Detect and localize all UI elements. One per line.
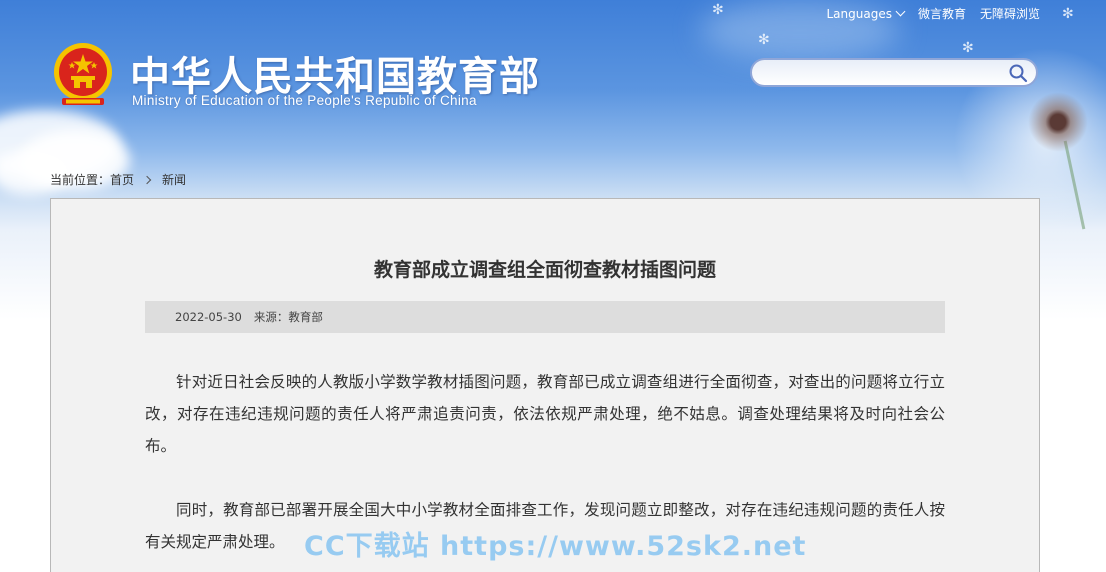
breadcrumb-home-link[interactable]: 首页: [110, 171, 134, 188]
weiyan-link[interactable]: 微言教育: [918, 5, 966, 22]
site-title-english: Ministry of Education of the People's Re…: [132, 93, 477, 108]
article-date: 2022-05-30: [175, 310, 242, 324]
seed-icon: ✻: [1062, 6, 1074, 22]
languages-link[interactable]: Languages: [826, 6, 906, 21]
seed-icon: ✻: [712, 2, 724, 18]
article-title: 教育部成立调查组全面彻查教材插图问题: [373, 259, 716, 281]
article-source: 来源：教育部: [253, 310, 323, 324]
article-container: 教育部成立调查组全面彻查教材插图问题 2022-05-30 来源：教育部 针对近…: [50, 198, 1040, 572]
seed-icon: ✻: [962, 40, 974, 56]
languages-label: Languages: [826, 6, 892, 21]
search-icon[interactable]: [1008, 63, 1028, 83]
chevron-down-icon: [895, 6, 906, 16]
search-box: [750, 58, 1038, 87]
dandelion-icon: [1028, 92, 1088, 152]
accessible-browse-link[interactable]: 无障碍浏览: [980, 5, 1040, 22]
chevron-right-icon: [142, 175, 152, 184]
article-paragraph: 针对近日社会反映的人教版小学数学教材插图问题，教育部已成立调查组进行全面彻查，对…: [145, 373, 945, 455]
top-links: Languages 微言教育 无障碍浏览: [812, 5, 1040, 22]
search-input[interactable]: [764, 60, 1008, 87]
national-emblem-icon[interactable]: [52, 42, 114, 108]
page: ✻ ✻ ✻ ✻ Languages 微言教育 无障碍浏览 中华人民共和国教育部 …: [0, 0, 1106, 572]
article-meta-bar: 2022-05-30 来源：教育部: [145, 301, 945, 333]
breadcrumb-current-link[interactable]: 新闻: [162, 171, 186, 188]
breadcrumb-label: 当前位置：: [50, 173, 111, 187]
breadcrumb: 当前位置： 首页 新闻: [50, 171, 186, 188]
article-paragraph: 同时，教育部已部署开展全国大中小学教材全面排查工作，发现问题立即整改，对存在违纪…: [145, 501, 945, 551]
seed-icon: ✻: [758, 32, 770, 48]
